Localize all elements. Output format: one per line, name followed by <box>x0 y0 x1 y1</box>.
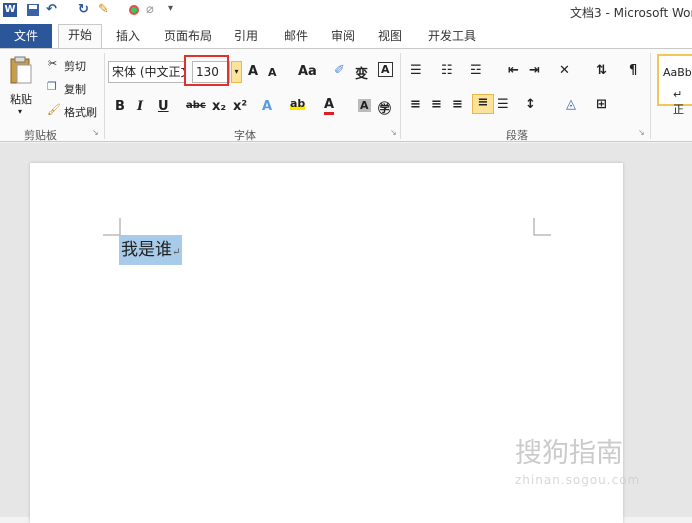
show-marks-icon[interactable]: ¶ <box>629 63 637 78</box>
tab-mailings[interactable]: 邮件 <box>278 26 314 48</box>
font-color-icon[interactable]: A <box>324 97 335 115</box>
style-normal[interactable]: AaBb ↵ 正 <box>657 54 692 116</box>
distributed-icon[interactable]: ☰ <box>497 97 509 112</box>
text-effects-icon[interactable]: A <box>262 99 272 114</box>
eraser-icon[interactable]: ⌀ <box>146 3 160 17</box>
margin-corner-top-right <box>533 218 551 236</box>
decrease-indent-icon[interactable]: ⇤ <box>508 63 519 78</box>
font-group-label: 字体 <box>234 129 256 142</box>
paragraph-launcher-icon[interactable]: ↘ <box>638 128 645 137</box>
undo-icon[interactable]: ↶ <box>46 3 60 17</box>
numbering-icon[interactable]: ☷ <box>441 63 453 78</box>
shading-icon[interactable]: ◬ <box>566 97 576 112</box>
paragraph-mark-icon: ↵ <box>172 247 181 258</box>
document-area: 我是谁↵ 搜狗指南 zhinan.sogou.com <box>0 143 692 523</box>
align-left-icon[interactable]: ≡ <box>410 97 421 112</box>
clear-format-icon[interactable]: ✐ <box>334 63 345 78</box>
quick-access-toolbar: W ↶ ↻ ✎ ⌀ ▾ 文档3 - Microsoft Wor <box>0 0 692 22</box>
char-shading-icon[interactable]: A <box>358 99 371 112</box>
strikethrough-button[interactable]: abc <box>186 100 206 111</box>
clipboard-launcher-icon[interactable]: ↘ <box>92 128 99 137</box>
highlight-color-icon[interactable]: ab <box>290 97 306 110</box>
enclose-char-icon[interactable]: ㊫ <box>378 98 391 117</box>
ribbon-tabs: 文件 开始 插入 页面布局 引用 邮件 审阅 视图 开发工具 <box>0 22 692 49</box>
grow-font-button[interactable]: A <box>248 64 258 79</box>
separator <box>104 53 105 139</box>
char-border-icon[interactable]: A <box>378 62 393 77</box>
save-icon[interactable] <box>26 3 40 17</box>
paragraph-group-label: 段落 <box>506 129 528 142</box>
bullets-icon[interactable]: ☰ <box>410 63 422 78</box>
paste-dropdown-icon[interactable]: ▾ <box>18 107 22 116</box>
paste-button[interactable]: 粘贴 <box>10 91 32 107</box>
cut-icon[interactable]: ✂ <box>48 57 57 70</box>
format-painter-button[interactable]: 格式刷 <box>64 104 97 120</box>
tab-home[interactable]: 开始 <box>58 24 102 49</box>
margin-corner-top-left <box>103 218 121 236</box>
font-launcher-icon[interactable]: ↘ <box>390 128 397 137</box>
ribbon: 粘贴 ▾ ✂ 剪切 ❐ 复制 🖌 格式刷 剪贴板 ↘ 宋体 (中文正文 130 … <box>0 48 692 142</box>
tab-developer[interactable]: 开发工具 <box>420 26 484 48</box>
chinese-layout-icon[interactable]: ✕ <box>559 63 570 78</box>
tab-page-layout[interactable]: 页面布局 <box>158 26 218 48</box>
customize-qat-icon[interactable]: ▾ <box>168 3 182 17</box>
borders-icon[interactable]: ⊞ <box>596 97 607 112</box>
bold-button[interactable]: B <box>115 99 125 114</box>
tab-review[interactable]: 审阅 <box>325 26 361 48</box>
watermark-text: 搜狗指南 <box>515 438 623 469</box>
font-name-field[interactable]: 宋体 (中文正文 <box>108 61 186 83</box>
tab-insert[interactable]: 插入 <box>110 26 146 48</box>
style-name: ↵ 正 <box>673 88 684 116</box>
word-logo-icon: W <box>3 3 17 17</box>
sort-icon[interactable]: ⇅ <box>596 63 607 78</box>
document-text: 我是谁 <box>121 240 172 260</box>
font-size-highlight-box <box>184 55 229 86</box>
justify-icon[interactable]: ≡ <box>472 94 494 114</box>
clipboard-group-label: 剪贴板 <box>24 129 57 142</box>
font-size-dropdown-icon[interactable]: ▾ <box>231 61 242 83</box>
style-preview: AaBb <box>663 66 692 79</box>
shrink-font-button[interactable]: A <box>268 66 277 79</box>
align-center-icon[interactable]: ≡ <box>431 97 442 112</box>
italic-button[interactable]: I <box>137 99 143 114</box>
align-right-icon[interactable]: ≡ <box>452 97 463 112</box>
phonetic-guide-icon[interactable]: 变 <box>355 63 368 82</box>
paste-icon[interactable] <box>8 55 34 87</box>
watermark-url: zhinan.sogou.com <box>515 473 641 487</box>
underline-button[interactable]: U <box>158 99 169 114</box>
increase-indent-icon[interactable]: ⇥ <box>529 63 540 78</box>
superscript-button[interactable]: x² <box>233 99 247 114</box>
format-icon[interactable]: ✎ <box>98 3 112 17</box>
tab-references[interactable]: 引用 <box>228 26 264 48</box>
redo-icon[interactable]: ↻ <box>78 3 92 17</box>
line-spacing-icon[interactable]: ↕ <box>525 97 536 112</box>
window-title: 文档3 - Microsoft Wor <box>570 6 692 20</box>
copy-button[interactable]: 复制 <box>64 81 86 97</box>
format-painter-icon[interactable]: 🖌 <box>47 103 61 116</box>
tab-view[interactable]: 视图 <box>372 26 408 48</box>
separator <box>400 53 401 139</box>
color-wheel-icon[interactable] <box>127 3 141 17</box>
tab-file[interactable]: 文件 <box>0 24 52 48</box>
separator <box>650 53 651 139</box>
selected-text[interactable]: 我是谁↵ <box>119 235 183 265</box>
multilevel-list-icon[interactable]: ☲ <box>470 63 482 78</box>
subscript-button[interactable]: x₂ <box>212 99 226 114</box>
change-case-button[interactable]: Aa <box>298 64 317 79</box>
cut-button[interactable]: 剪切 <box>64 58 86 74</box>
copy-icon[interactable]: ❐ <box>47 80 57 93</box>
